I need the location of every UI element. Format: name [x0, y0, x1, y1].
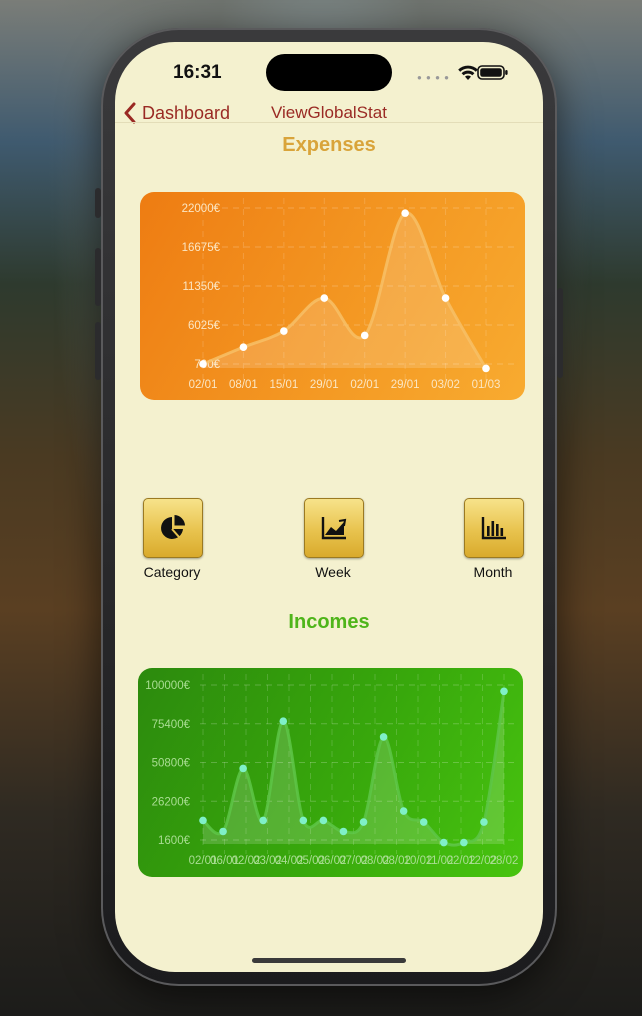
- expenses-data-point: [199, 360, 207, 368]
- incomes-y-tick-label: 50800€: [152, 758, 191, 770]
- expenses-y-tick-label: 11350€: [182, 281, 220, 293]
- signal-dots-icon: ● ● ● ●: [417, 73, 450, 82]
- expenses-x-tick-label: 29/01: [310, 379, 339, 391]
- expenses-title: Expenses: [282, 134, 376, 156]
- expenses-x-tick-label: 02/01: [350, 379, 379, 391]
- expenses-x-tick-label: 08/01: [229, 379, 258, 391]
- week-label: Week: [315, 564, 351, 580]
- back-label: Dashboard: [142, 102, 231, 123]
- incomes-data-point: [480, 818, 488, 826]
- app-screen: 16:31 ● ● ● ● Dashboard ViewGlobalStat E…: [115, 42, 543, 972]
- home-indicator: [252, 958, 406, 963]
- category-label: Category: [143, 564, 201, 580]
- incomes-data-point: [299, 816, 308, 825]
- expenses-y-tick-label: 6025€: [188, 320, 221, 332]
- incomes-chart-svg: 100000€75400€50800€26200€1600€02/0106/01…: [145, 674, 519, 867]
- month-button[interactable]: [464, 498, 524, 558]
- chevron-left-icon: [124, 102, 136, 124]
- expenses-data-point: [320, 294, 329, 302]
- expenses-data-point: [360, 331, 369, 340]
- pie-chart-icon: [161, 515, 185, 539]
- status-icons: ● ● ● ●: [417, 64, 509, 82]
- bar-chart-icon: [481, 517, 506, 540]
- incomes-y-tick-label: 26200€: [152, 796, 191, 808]
- expenses-data-point: [401, 209, 409, 217]
- nav-divider: [115, 122, 543, 123]
- volume-up-button: [95, 248, 101, 306]
- incomes-data-point: [399, 807, 408, 815]
- action-button: [95, 188, 101, 218]
- dynamic-island: [266, 54, 392, 91]
- expenses-data-point: [441, 294, 450, 302]
- expenses-x-tick-label: 02/01: [189, 379, 218, 391]
- incomes-data-point: [239, 764, 247, 773]
- incomes-data-point: [219, 827, 227, 836]
- incomes-data-point: [359, 818, 368, 826]
- incomes-y-tick-label: 100000€: [145, 680, 190, 692]
- incomes-data-point: [279, 717, 288, 726]
- expenses-x-tick-label: 15/01: [269, 379, 298, 391]
- line-chart-icon: [321, 517, 347, 540]
- incomes-data-point: [339, 827, 348, 836]
- expenses-chart[interactable]: 22000€16675€11350€6025€700€02/0108/0115/…: [140, 192, 525, 400]
- incomes-data-point: [379, 733, 388, 741]
- expenses-x-tick-label: 01/03: [472, 379, 501, 391]
- month-label: Month: [473, 564, 513, 580]
- expenses-y-tick-label: 22000€: [182, 203, 221, 215]
- incomes-data-point: [500, 687, 508, 696]
- page-title: ViewGlobalStat: [271, 103, 387, 122]
- wifi-icon: [458, 65, 478, 80]
- expenses-chart-svg: 22000€16675€11350€6025€700€02/0108/0115/…: [182, 198, 515, 391]
- expenses-data-point: [482, 364, 490, 373]
- incomes-data-point: [259, 816, 267, 825]
- incomes-title: Incomes: [288, 611, 370, 633]
- incomes-data-point: [319, 816, 328, 825]
- incomes-data-point: [460, 838, 468, 847]
- expenses-y-tick-label: 16675€: [182, 242, 221, 254]
- incomes-y-tick-label: 75400€: [152, 719, 191, 731]
- incomes-x-tick-label: 28/02: [490, 855, 519, 867]
- week-button[interactable]: [304, 498, 364, 558]
- expenses-x-tick-label: 03/02: [431, 379, 460, 391]
- incomes-data-point: [440, 838, 448, 847]
- power-button: [557, 288, 563, 378]
- incomes-chart[interactable]: 100000€ 75400€ 50800€ 26200€ 1600€ 02/01 06/01…: [138, 668, 523, 877]
- status-time: 16:31: [173, 62, 222, 83]
- incomes-data-point: [199, 816, 207, 825]
- expenses-data-point: [239, 343, 248, 351]
- incomes-data-point: [419, 818, 428, 826]
- battery-icon: [477, 65, 508, 80]
- expenses-x-tick-label: 29/01: [391, 379, 420, 391]
- category-button[interactable]: [143, 498, 203, 558]
- volume-down-button: [95, 322, 101, 380]
- expenses-data-point: [280, 327, 288, 335]
- incomes-y-tick-label: 1600€: [158, 835, 191, 847]
